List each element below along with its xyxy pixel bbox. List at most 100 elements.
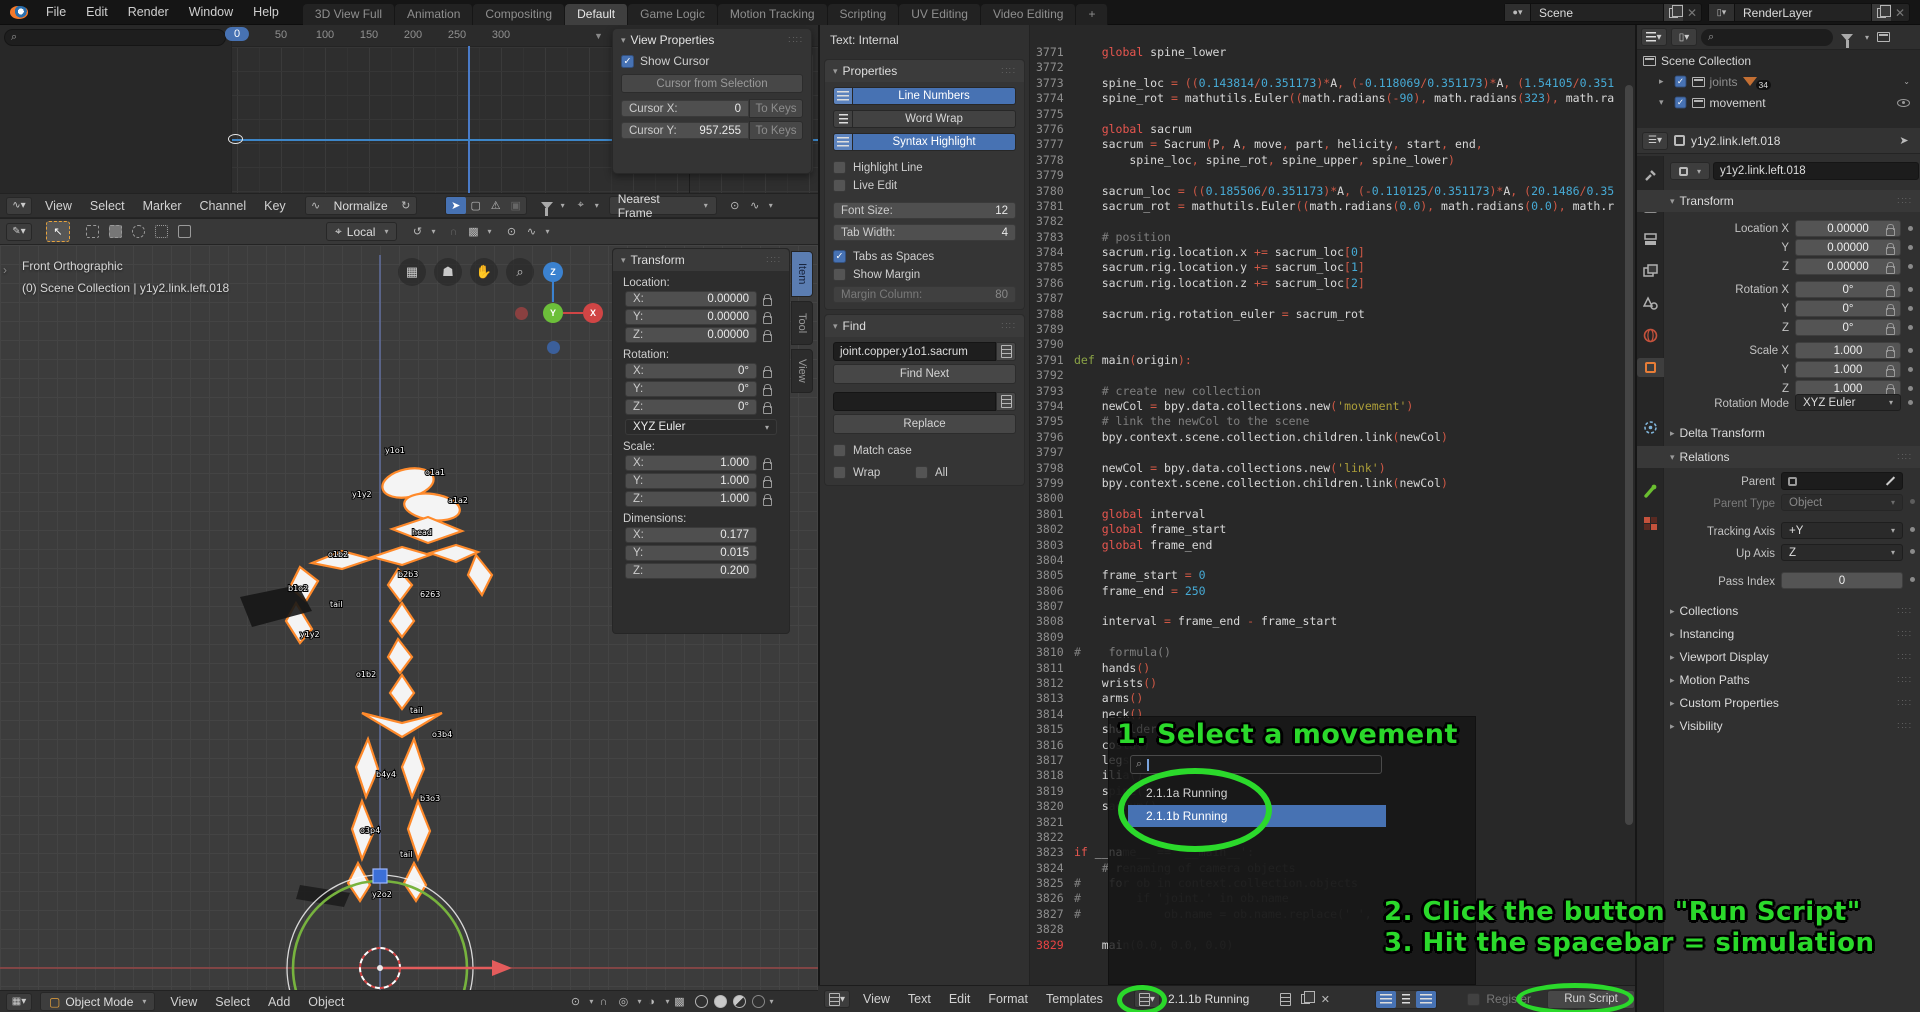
- up-axis-dropdown[interactable]: Z▾: [1781, 544, 1903, 561]
- animate-dot[interactable]: [1908, 287, 1913, 292]
- word-wrap-toggle-icon[interactable]: [1396, 991, 1416, 1008]
- animate-dot[interactable]: [1908, 325, 1913, 330]
- collection-checkbox[interactable]: ✓: [1674, 97, 1686, 109]
- tab-texture-icon[interactable]: [1641, 514, 1660, 533]
- cursor-x-field[interactable]: Cursor X: 0: [621, 100, 749, 117]
- lock-icon[interactable]: [763, 334, 772, 342]
- code-line[interactable]: 3787: [1030, 291, 1624, 306]
- replace-input[interactable]: [833, 392, 996, 411]
- workspace-tab-compositing[interactable]: Compositing: [473, 4, 565, 25]
- code-line[interactable]: 3792: [1030, 368, 1624, 383]
- tab-item[interactable]: Item: [791, 251, 813, 297]
- code-line[interactable]: 3797: [1030, 445, 1624, 460]
- code-line[interactable]: 3794 newCol = bpy.data.collections.new('…: [1030, 399, 1624, 414]
- graph-channel-search[interactable]: ⌕: [4, 29, 226, 46]
- pass-index-field[interactable]: 0: [1781, 572, 1903, 589]
- viewport-menu-select[interactable]: Select: [206, 995, 259, 1009]
- text-menu-edit[interactable]: Edit: [940, 992, 980, 1006]
- code-line[interactable]: 3807: [1030, 599, 1624, 614]
- code-line[interactable]: 3805 frame_start = 0: [1030, 568, 1624, 583]
- eyedropper-icon[interactable]: [1886, 476, 1895, 485]
- annotate-tool-icon[interactable]: ✎▾: [6, 223, 32, 241]
- tab-view[interactable]: View: [791, 349, 813, 393]
- scene-selector[interactable]: ●▾ Scene ✕: [1504, 3, 1702, 22]
- scene-unlink-button[interactable]: ✕: [1683, 6, 1701, 20]
- parent-field[interactable]: [1781, 472, 1903, 490]
- show-margin-checkbox[interactable]: [833, 268, 846, 281]
- code-line[interactable]: 3786 sacrum.rig.location.z += sacrum_loc…: [1030, 276, 1624, 291]
- select-more-tool-icon[interactable]: [174, 223, 194, 240]
- tabs-as-spaces-checkbox[interactable]: ✓: [833, 250, 846, 263]
- wrap-checkbox[interactable]: [833, 466, 846, 479]
- outliner-row-scene-collection[interactable]: Scene Collection: [1637, 50, 1920, 71]
- orientation-dropdown[interactable]: ⌖ Local▾: [326, 222, 397, 241]
- margin-column-field[interactable]: Margin Column: 80: [833, 286, 1016, 303]
- falloff-icon[interactable]: ∿: [522, 223, 542, 240]
- collapse-icon[interactable]: ▾: [621, 255, 626, 266]
- tab-tool-icon[interactable]: [1641, 166, 1660, 185]
- replace-text-picker-icon[interactable]: [996, 392, 1016, 411]
- filter-icon[interactable]: [537, 197, 557, 214]
- rotation-mode-dropdown[interactable]: XYZ Euler▾: [1795, 394, 1901, 411]
- animate-dot[interactable]: [1908, 367, 1913, 372]
- workspace-tab-scripting[interactable]: Scripting: [828, 4, 900, 25]
- code-line[interactable]: 3772: [1030, 60, 1624, 75]
- line-numbers-toggle-icon[interactable]: [1376, 991, 1396, 1008]
- workspace-tab-default[interactable]: Default: [565, 4, 628, 25]
- collection-checkbox[interactable]: ✓: [1674, 76, 1686, 88]
- register-checkbox[interactable]: [1467, 993, 1480, 1006]
- lock-icon[interactable]: [1886, 247, 1895, 255]
- graph-menu-marker[interactable]: Marker: [134, 199, 191, 213]
- code-line[interactable]: 3788 sacrum.rig.rotation_euler = sacrum_…: [1030, 307, 1624, 322]
- tab-scene-icon[interactable]: [1641, 294, 1660, 313]
- falloff-curve-icon[interactable]: ∿: [745, 197, 765, 214]
- code-line[interactable]: 3783 # position: [1030, 230, 1624, 245]
- code-line[interactable]: 3790: [1030, 337, 1624, 352]
- shading-rendered-icon[interactable]: [752, 995, 765, 1008]
- text-menu-view[interactable]: View: [854, 992, 899, 1006]
- code-line[interactable]: 3777 sacrum = Sacrum(P, A, move, part, h…: [1030, 137, 1624, 152]
- code-line[interactable]: 3784 sacrum.rig.location.x += sacrum_loc…: [1030, 245, 1624, 260]
- dimension-x-field[interactable]: X:0.177: [625, 527, 757, 543]
- overlays-icon[interactable]: ◑: [641, 993, 661, 1010]
- lock-icon[interactable]: [763, 462, 772, 470]
- viewport-menu-add[interactable]: Add: [259, 995, 299, 1009]
- topbar-menu-file[interactable]: File: [36, 0, 76, 25]
- blender-logo-icon[interactable]: [10, 6, 28, 19]
- tab-world-icon[interactable]: [1641, 326, 1660, 345]
- workspace-tab-game-logic[interactable]: Game Logic: [628, 4, 718, 25]
- unlink-text-icon[interactable]: ✕: [1315, 991, 1335, 1008]
- transform-orientation-icon[interactable]: ⊙: [565, 993, 585, 1010]
- outliner-row-joints[interactable]: ▸✓joints34⌄: [1637, 71, 1920, 92]
- proportional-target-icon[interactable]: ⌖: [571, 197, 591, 214]
- code-line[interactable]: 3773 spine_loc = ((0.143814/0.351173)*A,…: [1030, 76, 1624, 91]
- xray-icon[interactable]: ▩: [669, 993, 689, 1010]
- graph-menu-select[interactable]: Select: [81, 199, 134, 213]
- shading-solid-icon[interactable]: [714, 995, 727, 1008]
- scene-copy-button[interactable]: [1663, 4, 1683, 21]
- code-line[interactable]: 3778 spine_loc, spine_rot, spine_upper, …: [1030, 153, 1624, 168]
- open-text-icon[interactable]: [1295, 991, 1315, 1008]
- object-name-field[interactable]: y1y2.link.left.018: [1713, 162, 1919, 180]
- text-menu-templates[interactable]: Templates: [1037, 992, 1112, 1006]
- lock-icon[interactable]: [763, 370, 772, 378]
- panel-custom-properties[interactable]: ▸Custom Properties∷∷: [1637, 692, 1920, 714]
- rotation-mode-dropdown[interactable]: XYZ Euler▾: [625, 419, 777, 435]
- code-line[interactable]: 3775: [1030, 107, 1624, 122]
- code-line[interactable]: 3795 # link the newCol to the scene: [1030, 414, 1624, 429]
- collapse-icon[interactable]: ▾: [833, 321, 838, 332]
- cursor-y-to-keys-button[interactable]: To Keys: [749, 121, 803, 140]
- code-line[interactable]: 3793 # create new collection: [1030, 384, 1624, 399]
- code-line[interactable]: 3799 bpy.context.scene.collection.childr…: [1030, 476, 1624, 491]
- grip-icon[interactable]: ∷∷: [766, 255, 781, 266]
- select-box-tool-icon[interactable]: [105, 223, 125, 240]
- code-line[interactable]: 3791def main(origin):: [1030, 353, 1624, 368]
- proportional-icon[interactable]: ◎: [613, 993, 633, 1010]
- match-case-checkbox[interactable]: [833, 444, 846, 457]
- proportional-icon[interactable]: ⊙: [502, 223, 522, 240]
- expand-icon[interactable]: ▸: [1659, 76, 1664, 87]
- topbar-menu-help[interactable]: Help: [243, 0, 289, 25]
- renderlayer-copy-button[interactable]: [1871, 4, 1891, 21]
- select-circle-tool-icon[interactable]: [128, 223, 148, 240]
- relations-panel-header[interactable]: ▾Relations∷∷: [1637, 446, 1920, 468]
